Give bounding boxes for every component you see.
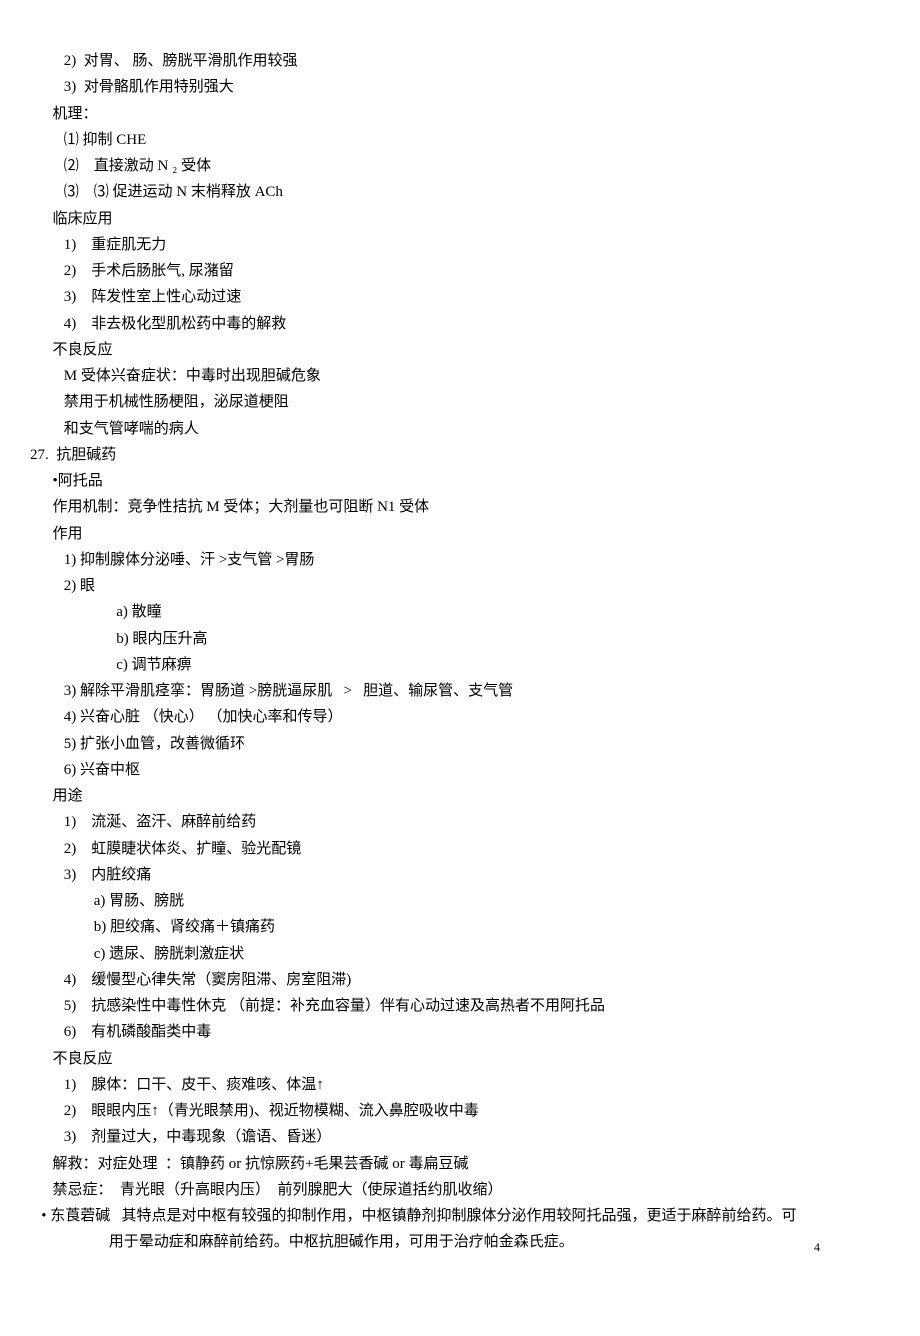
text-line: 4) 兴奋心脏 （快心） （加快心率和传导）	[30, 704, 880, 730]
text-line: 27. 抗胆碱药	[30, 442, 880, 468]
page-number: 4	[814, 1237, 820, 1258]
text-line: 不良反应	[30, 337, 880, 363]
text-line: 2) 手术后肠胀气, 尿潴留	[30, 258, 880, 284]
text-line: 6) 兴奋中枢	[30, 757, 880, 783]
text-line: 5) 扩张小血管，改善微循环	[30, 731, 880, 757]
text-line: 不良反应	[30, 1046, 880, 1072]
text-line: 用途	[30, 783, 880, 809]
text-line: 用于晕动症和麻醉前给药。中枢抗胆碱作用，可用于治疗帕金森氏症。	[30, 1229, 880, 1255]
text-line: 临床应用	[30, 206, 880, 232]
text-line: b) 眼内压升高	[30, 626, 880, 652]
text-line: 3) 阵发性室上性心动过速	[30, 284, 880, 310]
text-line: 1) 重症肌无力	[30, 232, 880, 258]
text-line: 和支气管哮喘的病人	[30, 416, 880, 442]
text-line: 2) 眼	[30, 573, 880, 599]
text-line: 1) 腺体：口干、皮干、痰难咳、体温↑	[30, 1072, 880, 1098]
text-line: a) 散瞳	[30, 599, 880, 625]
text-line: ⑴ 抑制 CHE	[30, 127, 880, 153]
text-line: 禁用于机械性肠梗阻，泌尿道梗阻	[30, 389, 880, 415]
text-line: 1) 流涎、盗汗、麻醉前给药	[30, 809, 880, 835]
text-line: b) 胆绞痛、肾绞痛＋镇痛药	[30, 914, 880, 940]
text-line: 作用机制：竞争性拮抗 M 受体；大剂量也可阻断 N1 受体	[30, 494, 880, 520]
text-line: 6) 有机磷酸酯类中毒	[30, 1019, 880, 1045]
text-line: 作用	[30, 521, 880, 547]
text-line: • 东莨菪碱 其特点是对中枢有较强的抑制作用，中枢镇静剂抑制腺体分泌作用较阿托品…	[30, 1203, 880, 1229]
text-line: ⑵ 直接激动 N ₂ 受体	[30, 153, 880, 179]
text-line: 禁忌症： 青光眼（升高眼内压） 前列腺肥大（使尿道括约肌收缩）	[30, 1177, 880, 1203]
text-line: 5) 抗感染性中毒性休克 （前提：补充血容量）伴有心动过速及高热者不用阿托品	[30, 993, 880, 1019]
text-line: 3) 对骨骼肌作用特别强大	[30, 74, 880, 100]
text-line: 3) 内脏绞痛	[30, 862, 880, 888]
text-line: 4) 非去极化型肌松药中毒的解救	[30, 311, 880, 337]
text-line: c) 遗尿、膀胱刺激症状	[30, 941, 880, 967]
text-line: ⑶ ⑶ 促进运动 N 末梢释放 ACh	[30, 179, 880, 205]
text-line: 1) 抑制腺体分泌唾、汗 >支气管 >胃肠	[30, 547, 880, 573]
text-line: c) 调节麻痹	[30, 652, 880, 678]
text-line: M 受体兴奋症状：中毒时出现胆碱危象	[30, 363, 880, 389]
text-line: 机理：	[30, 101, 880, 127]
text-line: 2) 虹膜睫状体炎、扩瞳、验光配镜	[30, 836, 880, 862]
text-line: a) 胃肠、膀胱	[30, 888, 880, 914]
text-line: •阿托品	[30, 468, 880, 494]
text-line: 3) 解除平滑肌痉挛：胃肠道 >膀胱逼尿肌 > 胆道、输尿管、支气管	[30, 678, 880, 704]
text-line: 解救：对症处理 ：镇静药 or 抗惊厥药+毛果芸香碱 or 毒扁豆碱	[30, 1151, 880, 1177]
text-line: 3) 剂量过大，中毒现象（谵语、昏迷）	[30, 1124, 880, 1150]
text-line: 2) 眼眼内压↑（青光眼禁用)、视近物模糊、流入鼻腔吸收中毒	[30, 1098, 880, 1124]
text-line: 4) 缓慢型心律失常（窦房阻滞、房室阻滞)	[30, 967, 880, 993]
text-line: 2) 对胃、 肠、膀胱平滑肌作用较强	[30, 48, 880, 74]
